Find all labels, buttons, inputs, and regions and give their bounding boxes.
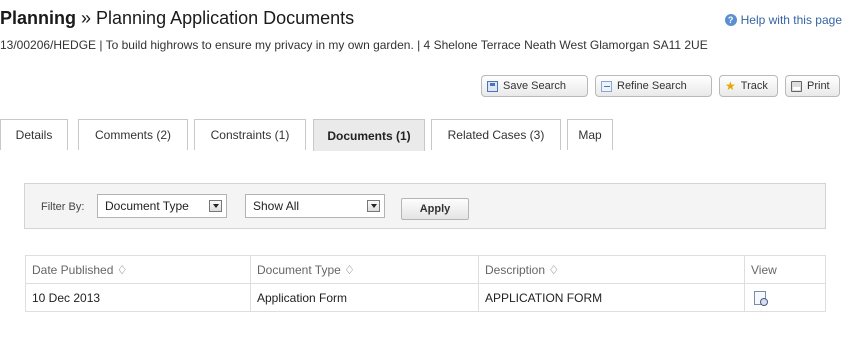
track-button[interactable]: ★ Track [719,75,778,97]
chevron-down-icon [367,200,380,212]
tab-bar: Details Comments (2) Constraints (1) Doc… [0,119,842,152]
tab-label: Constraints (1) [210,128,290,142]
refine-search-button[interactable]: Refine Search [595,75,712,97]
cell-description: APPLICATION FORM [478,283,745,312]
page-title: Planning » Planning Application Document… [0,8,354,29]
tab-label: Documents (1) [327,128,411,143]
refine-icon [601,80,612,92]
refine-search-label: Refine Search [617,80,687,92]
documents-panel: Filter By: Document Type Show All Apply … [0,151,842,340]
tab-label: Comments (2) [94,128,171,142]
tab-related-cases[interactable]: Related Cases (3) [431,119,561,150]
tab-label: Related Cases (3) [447,128,545,142]
tab-map[interactable]: Map [567,119,613,150]
save-icon [487,80,498,92]
cell-document-type: Application Form [250,283,479,312]
documents-table: Date Published ♢ Document Type ♢ Descrip… [25,255,826,312]
tab-label: Map [578,128,602,142]
cell-view [744,283,826,312]
document-type-value: Document Type [105,199,189,213]
filter-bar: Filter By: Document Type Show All Apply [24,183,826,229]
print-icon [791,80,802,92]
show-filter-select[interactable]: Show All [245,194,385,218]
help-icon: ? [724,14,737,26]
title-separator: » [76,8,97,28]
tab-details[interactable]: Details [0,119,68,150]
section-title: Planning [0,8,76,28]
tab-comments[interactable]: Comments (2) [78,119,188,150]
column-header-document-type[interactable]: Document Type ♢ [250,255,479,284]
track-label: Track [740,80,768,92]
column-header-description[interactable]: Description ♢ [478,255,745,284]
save-search-label: Save Search [503,80,566,92]
chevron-down-icon [209,200,222,212]
print-button[interactable]: Print [785,75,840,97]
tab-constraints[interactable]: Constraints (1) [194,119,306,150]
help-link-label: Help with this page [740,13,842,27]
apply-button[interactable]: Apply [401,198,469,220]
show-filter-value: Show All [253,199,300,213]
tab-label: Details [15,128,53,142]
table-row: 10 Dec 2013 Application Form APPLICATION… [25,283,826,312]
help-link[interactable]: ? Help with this page [724,13,842,27]
table-header-row: Date Published ♢ Document Type ♢ Descrip… [25,255,826,284]
column-header-view: View [744,255,826,284]
application-summary: 13/00206/HEDGE | To build highrows to en… [0,38,708,52]
document-type-select[interactable]: Document Type [97,194,227,218]
toolbar: Save Search Refine Search ★ Track Print [481,75,840,97]
page-title-text: Planning Application Documents [96,8,355,28]
star-icon: ★ [725,78,736,93]
save-search-button[interactable]: Save Search [481,75,588,97]
filter-label: Filter By: [41,201,85,213]
tab-documents[interactable]: Documents (1) [313,119,425,151]
print-label: Print [807,80,830,92]
document-view-icon[interactable] [754,290,768,306]
cell-date-published: 10 Dec 2013 [25,283,251,312]
column-header-date-published[interactable]: Date Published ♢ [25,255,251,284]
